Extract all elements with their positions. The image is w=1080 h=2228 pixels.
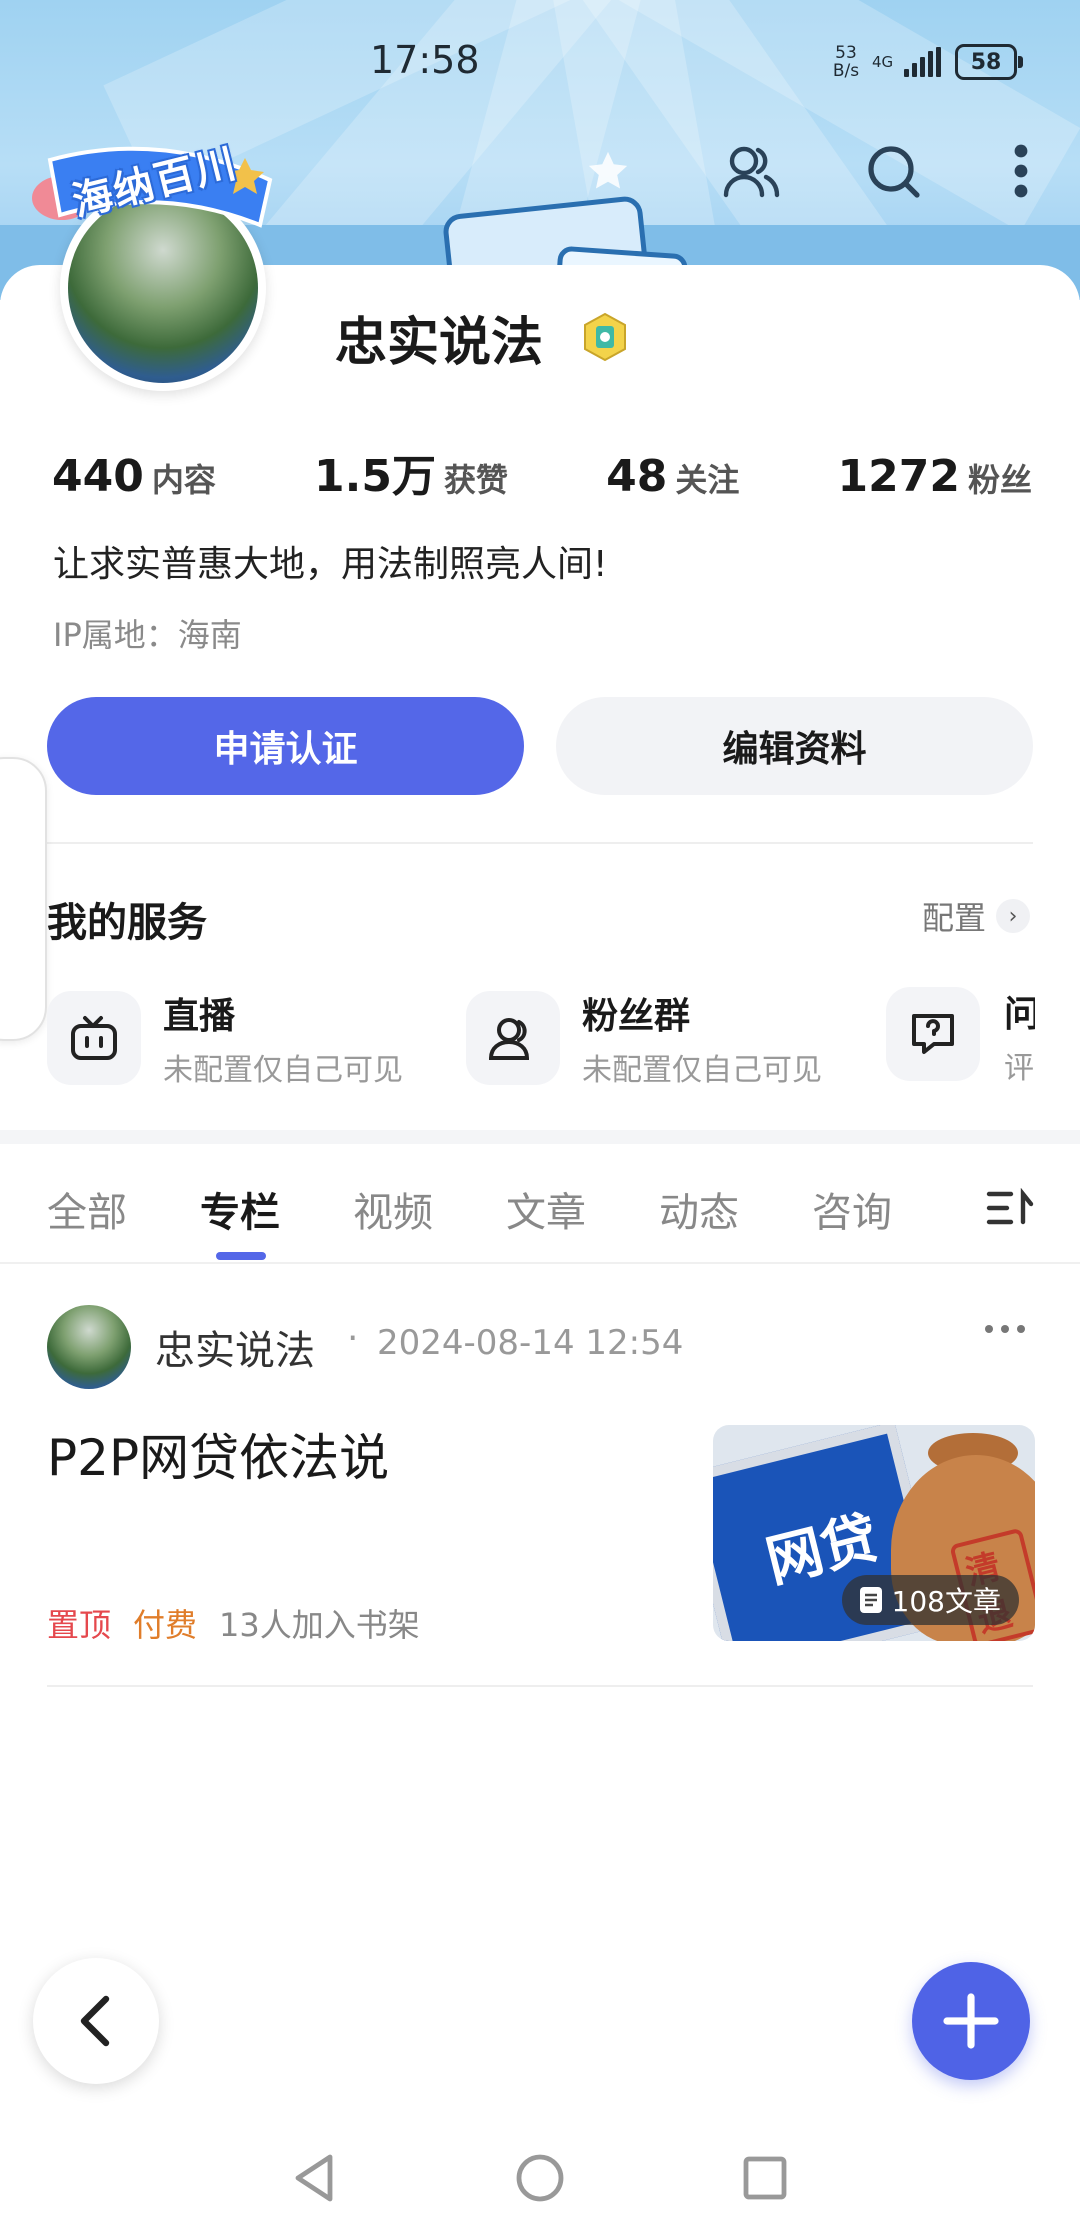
stat-followers[interactable]: 1272 粉丝 — [838, 451, 1032, 502]
bookshelf-count: 13人加入书架 — [219, 1606, 420, 1644]
post-author-avatar[interactable] — [47, 1305, 131, 1389]
services-title: 我的服务 — [47, 900, 207, 946]
star-icon[interactable] — [577, 140, 639, 202]
post-separator: · — [347, 1318, 359, 1359]
nav-back-icon[interactable] — [285, 2148, 345, 2208]
post-title[interactable]: P2P网贷依法说 — [47, 1418, 389, 1490]
document-icon — [859, 1587, 882, 1613]
profile-name: 忠实说法 — [335, 313, 544, 373]
tab-column[interactable]: 专栏 — [200, 1180, 353, 1238]
post-more-icon[interactable] — [985, 1325, 1025, 1333]
tab-all[interactable]: 全部 — [47, 1180, 200, 1238]
divider — [47, 842, 1033, 844]
chevron-left-icon — [80, 1995, 110, 2047]
plus-icon — [943, 1993, 999, 2049]
nav-home-icon[interactable] — [510, 2148, 570, 2208]
tabs-border — [0, 1262, 1080, 1264]
apply-verification-button[interactable]: 申请认证 — [47, 697, 524, 795]
chevron-right-icon: › — [996, 899, 1030, 933]
tab-article[interactable]: 文章 — [506, 1180, 659, 1238]
tag-paid: 付费 — [133, 1606, 198, 1644]
service-fan-group[interactable]: 粉丝群 未配置仅自己可见 — [466, 987, 822, 1089]
nav-recents-icon[interactable] — [735, 2148, 795, 2208]
more-vertical-icon[interactable] — [990, 140, 1052, 202]
qa-icon — [886, 987, 980, 1081]
post-thumbnail[interactable]: 网贷 清退 108文章 — [713, 1425, 1035, 1641]
tab-video[interactable]: 视频 — [353, 1180, 506, 1238]
post-divider — [47, 1685, 1033, 1687]
status-indicators: 53 B/s 4G 58 — [828, 40, 1023, 84]
active-tab-indicator — [216, 1252, 266, 1260]
post-author[interactable]: 忠实说法 — [155, 1318, 315, 1376]
signal-icon — [904, 47, 941, 77]
stat-likes[interactable]: 1.5万 获赞 — [314, 440, 508, 504]
search-icon[interactable] — [862, 140, 924, 202]
services-config-link[interactable]: 配置 › — [922, 893, 1030, 939]
section-divider — [0, 1130, 1080, 1144]
back-button[interactable] — [33, 1958, 159, 2084]
ip-location: IP属地：海南 — [53, 616, 242, 654]
stat-content[interactable]: 440 内容 — [52, 451, 216, 502]
profile-stats: 440 内容 1.5万 获赞 48 关注 1272 粉丝 — [52, 440, 1032, 504]
edit-profile-button[interactable]: 编辑资料 — [556, 697, 1033, 795]
side-drawer-handle[interactable] — [0, 757, 47, 1041]
friends-icon[interactable] — [721, 140, 783, 202]
stat-following[interactable]: 48 关注 — [606, 451, 739, 502]
service-qa[interactable]: 问 评 — [880, 980, 1035, 1090]
content-tabs: 全部 专栏 视频 文章 动态 咨询 — [47, 1180, 965, 1238]
level-badge-icon[interactable] — [582, 312, 628, 362]
group-icon — [466, 991, 560, 1085]
article-count-badge: 108文章 — [841, 1575, 1019, 1625]
create-button[interactable] — [912, 1962, 1030, 2080]
tag-pinned: 置顶 — [47, 1606, 112, 1644]
battery-icon: 58 — [955, 44, 1023, 80]
tab-consult[interactable]: 咨询 — [812, 1180, 965, 1238]
profile-bio: 让求实普惠大地，用法制照亮人间! — [53, 544, 608, 585]
tv-icon — [47, 991, 141, 1085]
status-time: 17:58 — [370, 38, 480, 82]
tab-sort-icon[interactable] — [985, 1187, 1035, 1232]
network-speed: 53 B/s — [832, 43, 860, 81]
post-tags: 置顶 付费 13人加入书架 — [47, 1600, 420, 1646]
post-date: 2024-08-14 12:54 — [377, 1323, 684, 1363]
service-live[interactable]: 直播 未配置仅自己可见 — [47, 987, 403, 1089]
tab-moments[interactable]: 动态 — [659, 1180, 812, 1238]
network-type: 4G — [872, 53, 894, 71]
